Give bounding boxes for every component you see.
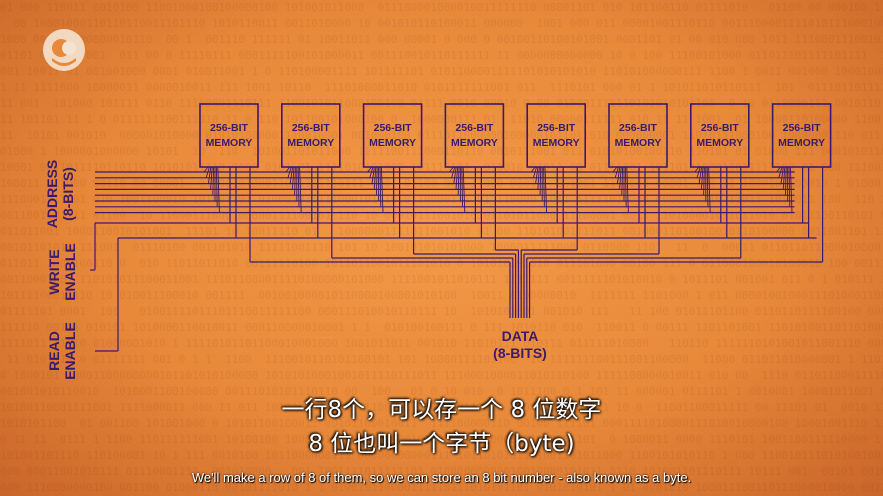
memory-module-box [362, 103, 423, 168]
read-enable-line1: READ [46, 331, 62, 371]
memory-module-label: 256-BIT [210, 122, 249, 134]
address-fan-line [539, 166, 542, 196]
read-enable-label: READ ENABLE [46, 322, 78, 380]
write-enable-label: WRITE ENABLE [46, 243, 78, 301]
memory-module-label: MEMORY [206, 137, 253, 149]
memory-module-label: MEMORY [369, 137, 416, 149]
address-fan-line [703, 166, 705, 196]
memory-module-label: 256-BIT [537, 122, 576, 134]
address-label-line1: ADDRESS [44, 159, 60, 229]
write-enable-line1: WRITE [46, 249, 62, 295]
memory-module-label: MEMORY [287, 137, 334, 149]
memory-module-label: MEMORY [615, 137, 662, 149]
memory-module-box [608, 103, 668, 168]
memory-module-box [771, 103, 832, 168]
data-label: DATA (8-BITS) [470, 328, 570, 362]
address-fan-line [457, 166, 460, 196]
memory-module-label: 256-BIT [701, 122, 740, 134]
chinese-subtitle-line1: 一行8个，可以存一个 8 位数字 [281, 397, 602, 423]
address-fan-line [784, 166, 787, 196]
address-fan-line [212, 166, 215, 196]
data-label-line2: (8-BITS) [493, 345, 547, 361]
video-frame: 01 000 110011 0010100 110010001001000001… [0, 0, 883, 496]
memory-module-box [199, 103, 259, 168]
address-label: ADDRESS (8-BITS) [44, 160, 76, 228]
memory-module-box [689, 103, 750, 168]
memory-module-label: 256-BIT [292, 122, 331, 134]
data-label-line1: DATA [501, 328, 539, 344]
memory-module-box [280, 103, 341, 168]
address-fan-line [621, 166, 624, 196]
memory-module-label: MEMORY [451, 137, 498, 149]
address-fan-line [294, 166, 296, 196]
address-label-line2: (8-BITS) [60, 167, 76, 221]
memory-module-box [444, 103, 505, 168]
memory-module-label: 256-BIT [374, 122, 413, 134]
memory-module-label: 256-BIT [783, 122, 822, 134]
address-fan-line [375, 166, 378, 196]
read-enable-line2: ENABLE [62, 322, 78, 380]
memory-module-label: MEMORY [696, 137, 743, 149]
chinese-subtitle-line2: 8 位也叫一个字节（byte) [308, 431, 575, 457]
memory-module-label: 256-BIT [455, 122, 494, 134]
english-subtitle: We'll make a row of 8 of them, so we can… [191, 470, 692, 485]
write-enable-line2: ENABLE [62, 243, 78, 301]
memory-module-box [526, 103, 587, 168]
chinese-subtitle: 一行8个，可以存一个 8 位数字 8 位也叫一个字节（byte) [0, 393, 883, 461]
memory-module-label: MEMORY [778, 137, 825, 149]
memory-module-label: MEMORY [533, 137, 580, 149]
memory-module-label: 256-BIT [619, 122, 658, 134]
